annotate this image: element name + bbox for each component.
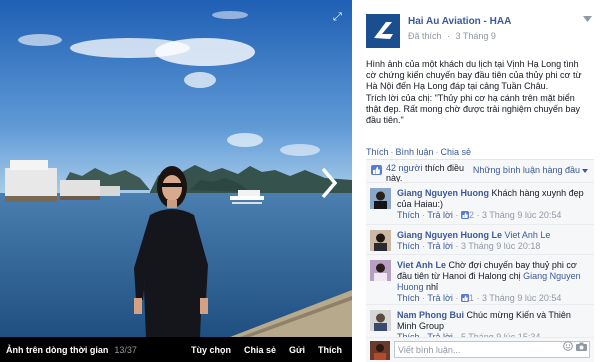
comment-author[interactable]: Giang Nguyen Huong (397, 188, 489, 198)
photo-action-bar: Ảnh trên dòng thời gian 13/37 Tùy chọn C… (0, 337, 352, 362)
comment-time[interactable]: 3 Tháng 9 lúc 20:54 (482, 293, 561, 303)
page-avatar[interactable] (366, 14, 400, 48)
emoji-icon[interactable] (563, 341, 573, 351)
photo-image (0, 0, 352, 337)
top-comments-dropdown[interactable]: Những bình luận hàng đầu (473, 165, 588, 175)
expand-icon[interactable]: ⤢ (333, 11, 345, 23)
comment-meta: Thích · Trả lời · 3 Tháng 9 lúc 20:18 (397, 241, 541, 251)
next-arrow-icon[interactable] (318, 166, 340, 200)
thumb-icon (460, 294, 469, 302)
comment-author[interactable]: Viet Anh Le (397, 260, 446, 270)
comment-like-count[interactable]: 1 (469, 293, 474, 303)
post-meta: Đã thích · 3 Tháng 9 (408, 31, 499, 41)
dropdown-arrow-icon (582, 168, 588, 173)
avatar[interactable] (370, 230, 391, 251)
post-header: Hai Au Aviation - HAA Đã thích · 3 Tháng… (366, 14, 511, 48)
avatar-image (370, 260, 391, 281)
comment-author[interactable]: Giang Nguyen Huong Le (397, 230, 502, 240)
comment-reply-link[interactable]: Trả lời (427, 210, 453, 220)
avatar-image (370, 230, 391, 251)
post-date[interactable]: 3 Tháng 9 (456, 31, 496, 41)
avatar-image (370, 341, 390, 360)
meta-separator: · (447, 31, 451, 41)
avatar-image (370, 310, 391, 331)
like-button[interactable]: Thích (318, 345, 342, 355)
comment-like-count[interactable]: 2 (469, 210, 474, 220)
comment-reply-link[interactable]: Trả lời (427, 293, 453, 303)
page-logo-icon (366, 14, 400, 48)
comment-item: Viet Anh Le Chờ đợi chuyến bay thuỷ phi … (366, 254, 594, 304)
camera-icon[interactable] (576, 342, 587, 351)
comment-composer (366, 337, 594, 362)
caption-paragraph: Trích lời của chị: "Thủy phi cơ hạ cánh … (366, 93, 580, 125)
liked-status[interactable]: Đã thích (408, 31, 442, 41)
comment-item: Giang Nguyen Huong Khách hàng xuynh đẹp … (366, 182, 594, 224)
comment-like-link[interactable]: Thích (397, 210, 420, 220)
comment-like-link[interactable]: Thích (397, 241, 420, 251)
thumb-icon (460, 211, 469, 219)
comment-meta: Thích · Trả lời · 2 · 3 Tháng 9 lúc 20:5… (397, 210, 562, 220)
comment-time[interactable]: 3 Tháng 9 lúc 20:54 (482, 210, 561, 220)
comment-text-after: nhỉ (426, 282, 439, 292)
share-button[interactable]: Chia sẻ (244, 345, 276, 355)
comment-time[interactable]: 3 Tháng 9 lúc 20:18 (461, 241, 540, 251)
post-like-link[interactable]: Thích (366, 147, 389, 157)
action-separator: · (390, 147, 394, 157)
avatar-image (370, 188, 391, 209)
page-name[interactable]: Hai Au Aviation - HAA (408, 16, 511, 27)
send-button[interactable]: Gửi (289, 345, 305, 355)
top-comments-label: Những bình luận hàng đầu (472, 165, 580, 175)
action-separator: · (435, 147, 439, 157)
like-count: 42 người thích điều này. (386, 163, 471, 183)
likes-summary: 42 người thích điều này. Những bình luận… (366, 159, 594, 183)
avatar (370, 341, 390, 360)
avatar[interactable] (370, 310, 391, 331)
likers-link[interactable]: 42 người (386, 163, 422, 173)
post-actions: Thích · Bình luận · Chia sẻ (366, 147, 471, 157)
avatar[interactable] (370, 188, 391, 209)
photo-counter: 13/37 (114, 344, 137, 355)
album-link[interactable]: Ảnh trên dòng thời gian (6, 345, 108, 355)
caption-paragraph: Hình ảnh của một khách du lịch tại Vịnh … (366, 59, 582, 91)
like-icon (371, 165, 382, 175)
avatar[interactable] (370, 260, 391, 281)
post-caption: Hình ảnh của một khách du lịch tại Vịnh … (366, 59, 590, 127)
options-button[interactable]: Tùy chọn (191, 345, 231, 355)
comment-item: Giang Nguyen Huong Le Viet Anh Le Thích … (366, 224, 594, 254)
comment-author[interactable]: Nam Phong Bui (397, 310, 464, 320)
comment-item: Nam Phong Bui Chúc mừng Kiến và Thiên Mi… (366, 304, 594, 342)
post-share-link[interactable]: Chia sẻ (441, 147, 472, 157)
photo-viewer[interactable]: ⤢ Ảnh trên dòng thời gian 13/37 Tùy chọn… (0, 0, 352, 362)
comment-meta: Thích · Trả lời · 1 · 3 Tháng 9 lúc 20:5… (397, 293, 562, 303)
comment-like-link[interactable]: Thích (397, 293, 420, 303)
comment-input[interactable] (394, 341, 590, 358)
chevron-down-icon[interactable] (583, 16, 592, 23)
comment-mention[interactable]: Viet Anh Le (505, 230, 551, 240)
comment-reply-link[interactable]: Trả lời (427, 241, 453, 251)
post-comment-link[interactable]: Bình luận (396, 147, 434, 157)
